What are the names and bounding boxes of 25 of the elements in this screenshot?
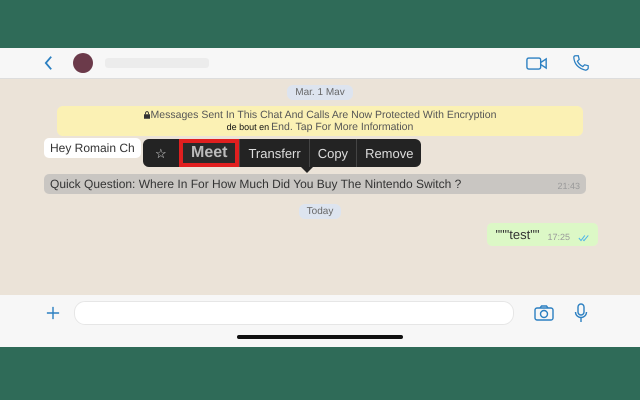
- notice-text: de bout en: [226, 122, 270, 132]
- message-text: Hey Romain Ch: [50, 141, 135, 155]
- menu-item[interactable]: Remove: [356, 139, 422, 167]
- message-text: Quick Question: Where In For How Much Did You Buy The Nintendo Switch ?: [50, 177, 462, 191]
- menu-item[interactable]: Meet: [179, 139, 240, 167]
- today-chip: Today: [298, 204, 342, 219]
- back-icon[interactable]: [44, 55, 53, 71]
- date-chip: Mar. 1 Mav: [287, 85, 353, 100]
- encryption-notice[interactable]: Messages Sent In This Chat And Calls Are Now Protected With Encryption de bout en End. Tap For More Information: [57, 106, 583, 136]
- lock-icon: [144, 111, 150, 119]
- avatar[interactable]: [73, 53, 93, 73]
- plus-icon[interactable]: [46, 306, 60, 320]
- notice-text: Messages Sent In This Chat And Calls Are Now Protected With Encryption: [150, 109, 496, 121]
- message-text: """test"": [495, 227, 540, 242]
- message-bubble[interactable]: Hey Romain Ch: [44, 138, 141, 158]
- star-menu-item[interactable]: ☆: [143, 139, 179, 167]
- message-time: 17:25: [547, 232, 570, 242]
- menu-item[interactable]: Copy: [308, 139, 356, 167]
- message-input-field[interactable]: [74, 301, 514, 325]
- menu-item[interactable]: Transferr: [239, 139, 309, 167]
- camera-icon[interactable]: [534, 305, 554, 321]
- notice-text: End. Tap For More Information: [271, 121, 414, 133]
- microphone-icon[interactable]: [574, 303, 588, 323]
- phone-icon[interactable]: [572, 54, 590, 72]
- video-call-icon[interactable]: [526, 56, 548, 70]
